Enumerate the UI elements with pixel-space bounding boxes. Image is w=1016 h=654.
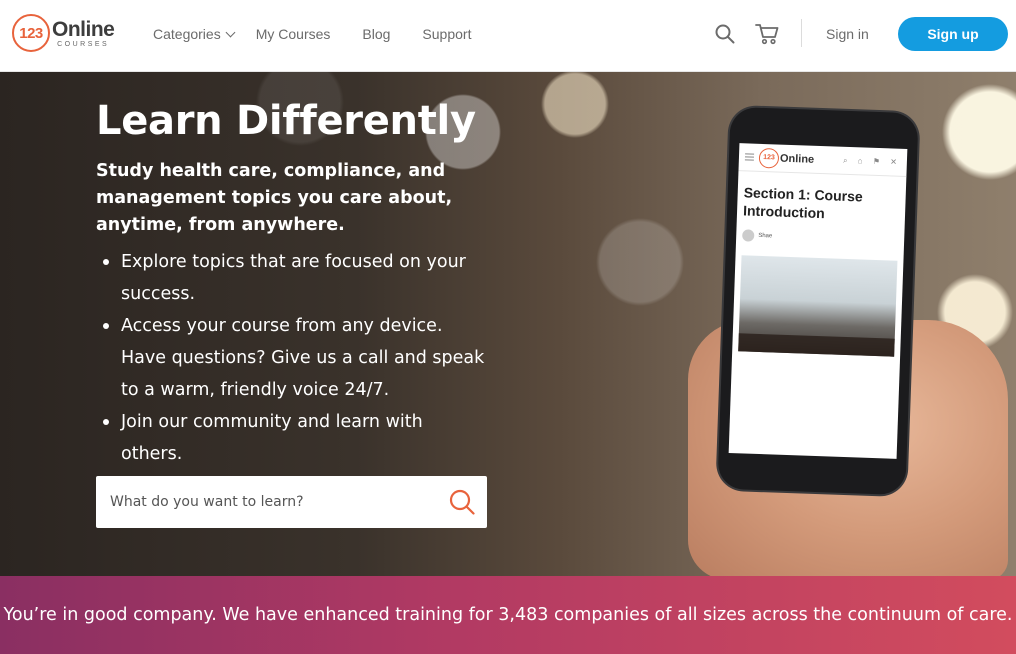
logo-main-text: Online bbox=[52, 17, 115, 41]
sign-up-button[interactable]: Sign up bbox=[898, 17, 1008, 51]
phone-course-image bbox=[738, 255, 898, 357]
main-nav: Categories My Courses Blog Support bbox=[153, 0, 503, 68]
nav-categories-label: Categories bbox=[153, 26, 221, 42]
nav-categories[interactable]: Categories bbox=[153, 26, 236, 42]
phone-course-title: Section 1: Course Introduction bbox=[742, 184, 863, 222]
menu-icon bbox=[744, 153, 755, 161]
site-header: 123 Online COURSES Categories My Courses… bbox=[0, 0, 1016, 72]
course-search bbox=[96, 476, 487, 528]
nav-blog[interactable]: Blog bbox=[362, 26, 390, 42]
page-title: Learn Differently bbox=[96, 98, 476, 144]
social-proof-band: You’re in good company. We have enhanced… bbox=[0, 576, 1016, 654]
list-item: Explore topics that are focused on your … bbox=[96, 246, 486, 310]
social-proof-text: You’re in good company. We have enhanced… bbox=[3, 605, 1013, 625]
sign-in-link[interactable]: Sign in bbox=[826, 26, 869, 42]
search-icon[interactable] bbox=[715, 24, 735, 44]
header-divider bbox=[801, 19, 802, 47]
phone-author: Shae bbox=[742, 229, 898, 246]
site-logo[interactable]: 123 Online COURSES bbox=[12, 14, 115, 52]
hero-section: 123 Online ⌕ ⌂ ⚑ ✕ Section 1: Course Int… bbox=[0, 72, 1016, 576]
phone-image: 123 Online ⌕ ⌂ ⚑ ✕ Section 1: Course Int… bbox=[717, 106, 919, 496]
chevron-down-icon bbox=[225, 27, 236, 37]
phone-screen: 123 Online ⌕ ⌂ ⚑ ✕ Section 1: Course Int… bbox=[728, 143, 908, 459]
phone-header: 123 Online ⌕ ⌂ ⚑ ✕ bbox=[738, 143, 908, 178]
phone-toolbar-icons: ⌕ ⌂ ⚑ ✕ bbox=[842, 155, 902, 167]
search-icon[interactable] bbox=[449, 489, 475, 515]
hero-subtitle: Study health care, compliance, and manag… bbox=[96, 161, 453, 235]
list-item: Join our community and learn with others… bbox=[96, 406, 486, 470]
avatar bbox=[742, 229, 755, 242]
list-item: Access your course from any device. Have… bbox=[96, 310, 486, 406]
phone-logo-text: Online bbox=[779, 152, 815, 166]
hero-bullets: Explore topics that are focused on your … bbox=[96, 246, 486, 470]
search-input[interactable] bbox=[110, 494, 430, 510]
phone-author-name: Shae bbox=[758, 232, 773, 240]
cart-icon[interactable] bbox=[755, 23, 779, 45]
nav-support[interactable]: Support bbox=[422, 26, 471, 42]
logo-circle: 123 bbox=[12, 14, 50, 52]
logo-sub-text: COURSES bbox=[57, 40, 110, 48]
phone-logo-circle: 123 bbox=[758, 147, 780, 169]
nav-my-courses[interactable]: My Courses bbox=[256, 26, 331, 42]
